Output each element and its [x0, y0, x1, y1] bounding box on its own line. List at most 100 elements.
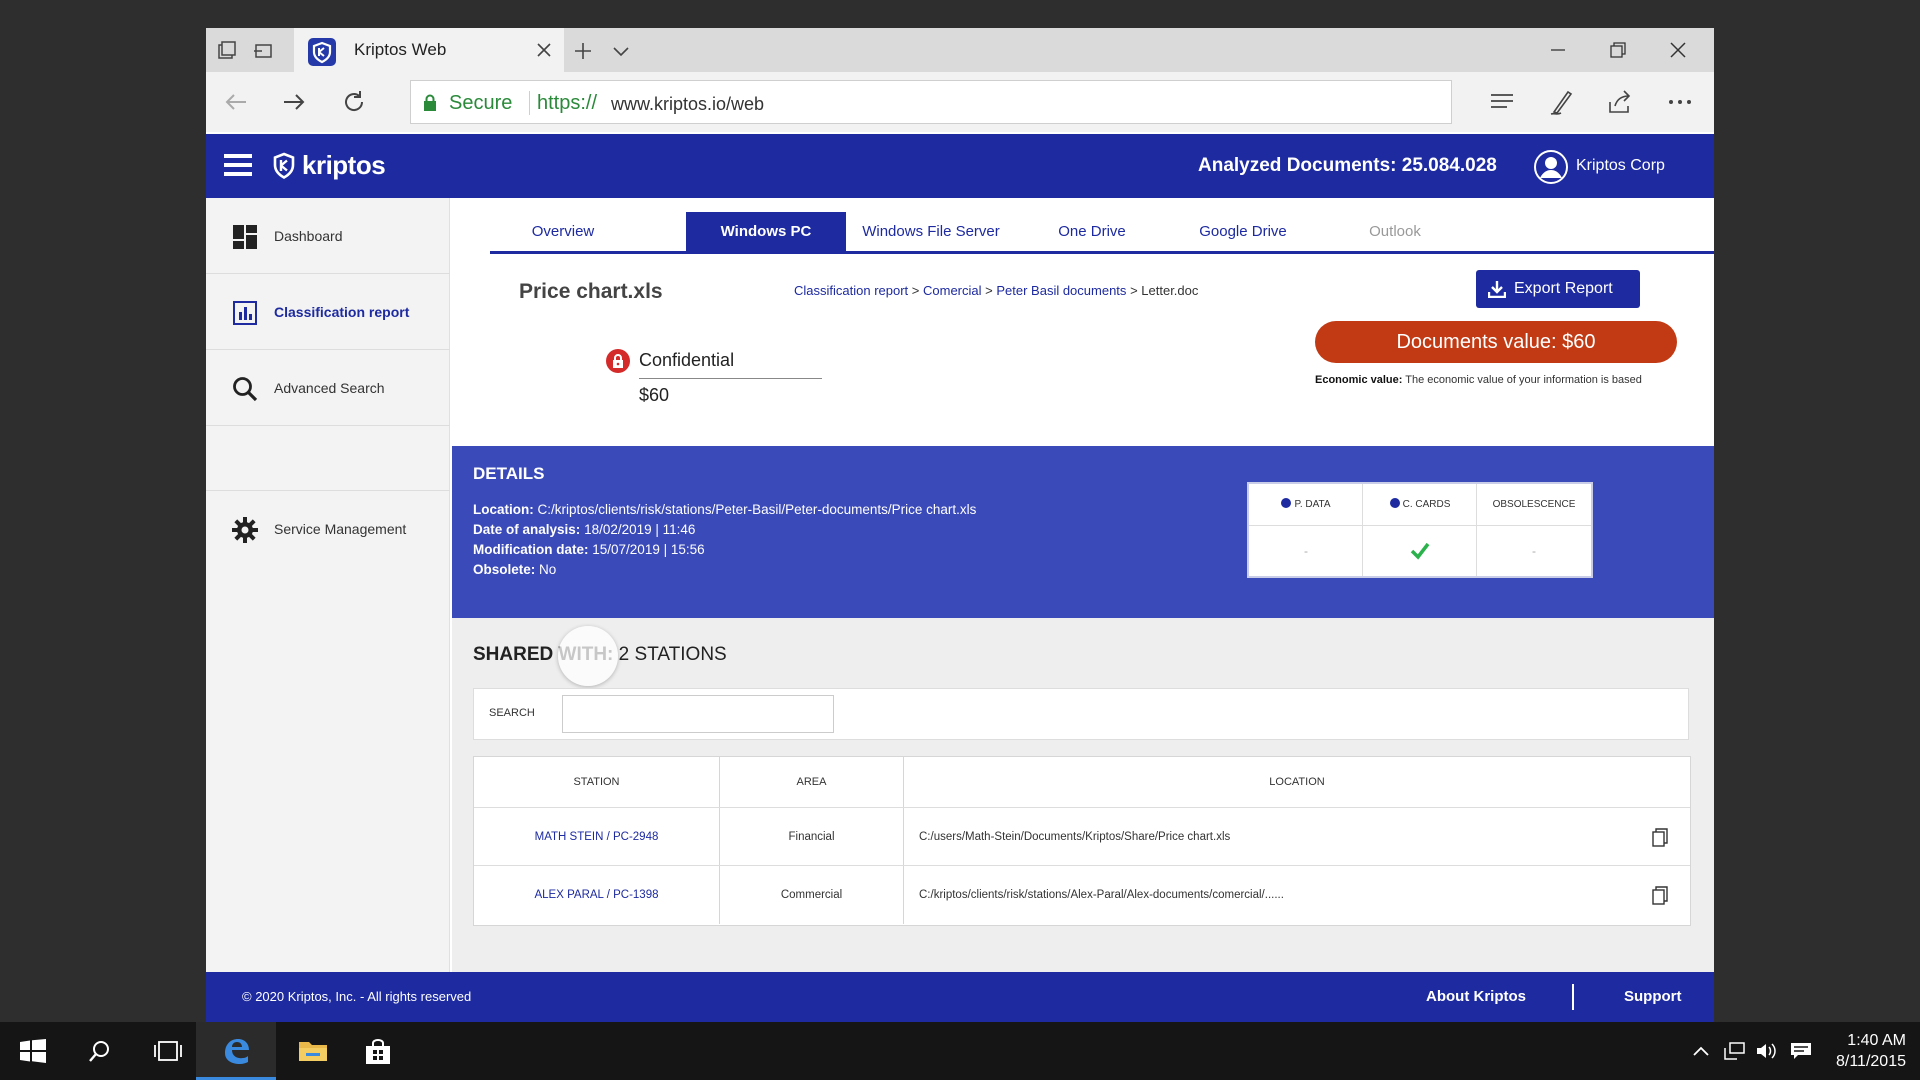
web-note-pen-icon[interactable] — [1548, 88, 1576, 116]
breadcrumb-separator: > — [985, 283, 993, 298]
browser-tab-active[interactable]: Kriptos Web — [294, 28, 564, 72]
table-row: ALEX PARAL / PC-1398 Commercial C:/kript… — [474, 865, 1690, 924]
column-header-area[interactable]: AREA — [720, 757, 904, 807]
analyzed-documents-count: Analyzed Documents: 25.084.028 — [1198, 155, 1497, 176]
start-button[interactable] — [0, 1022, 66, 1080]
hamburger-menu-icon[interactable] — [224, 154, 252, 176]
tab-one-drive[interactable]: One Drive — [1030, 212, 1154, 251]
column-header-station[interactable]: STATION — [474, 757, 720, 807]
copy-icon[interactable] — [1652, 886, 1668, 905]
main-content: Overview Windows PC Windows File Server … — [451, 198, 1714, 972]
footer-divider — [1572, 984, 1574, 1010]
details-title: DETAILS — [473, 464, 545, 483]
economic-value-text: The economic value of your information i… — [1405, 374, 1642, 386]
file-name-title: Price chart.xls — [519, 280, 663, 303]
clock-date: 8/11/2015 — [1836, 1053, 1906, 1070]
taskbar-file-explorer-button[interactable] — [278, 1022, 344, 1080]
tag-credit-cards: C. CARDS — [1363, 484, 1477, 576]
search-label: SEARCH — [489, 707, 535, 719]
tab-google-drive[interactable]: Google Drive — [1168, 212, 1318, 251]
details-location: Location: C:/kriptos/clients/risk/statio… — [473, 502, 976, 517]
url-input[interactable]: Secure https:// www.kriptos.io/web — [410, 80, 1452, 124]
support-link[interactable]: Support — [1624, 988, 1682, 1005]
tray-expand-chevron-icon[interactable] — [1690, 1042, 1712, 1060]
tab-windows-file-server[interactable]: Windows File Server — [846, 212, 1016, 251]
set-aside-tabs-icon[interactable] — [252, 40, 274, 62]
export-report-label: Export Report — [1514, 280, 1613, 297]
details-obsolete: Obsolete: No — [473, 562, 556, 577]
windows-taskbar: 1:40 AM 8/11/2015 — [0, 1022, 1920, 1080]
export-report-button[interactable]: Export Report — [1476, 270, 1640, 308]
confidential-lock-icon — [605, 348, 631, 374]
volume-icon[interactable] — [1756, 1042, 1778, 1060]
task-view-button[interactable] — [134, 1022, 200, 1080]
sidebar-item-dashboard[interactable]: Dashboard — [206, 198, 450, 274]
more-options-icon[interactable] — [1666, 88, 1694, 116]
taskbar-search-button[interactable] — [68, 1022, 134, 1080]
edge-browser-icon — [225, 1039, 249, 1064]
windows-logo-icon — [20, 1039, 46, 1063]
details-analysis-label: Date of analysis: — [473, 522, 581, 537]
area-cell: Commercial — [720, 866, 904, 924]
secure-lock-icon — [423, 94, 437, 111]
breadcrumb-link[interactable]: Classification report — [794, 283, 908, 298]
tab-outlook[interactable]: Outlook — [1330, 212, 1460, 251]
folder-icon — [299, 1042, 327, 1061]
station-link[interactable]: ALEX PARAL / PC-1398 — [474, 866, 720, 924]
close-window-icon[interactable] — [1668, 40, 1688, 60]
details-analysis-value: 18/02/2019 | 11:46 — [584, 522, 696, 537]
address-bar-row: Secure https:// www.kriptos.io/web — [206, 72, 1714, 132]
taskbar-store-button[interactable] — [344, 1022, 410, 1080]
details-location-label: Location: — [473, 502, 534, 517]
checkmark-icon — [1410, 542, 1430, 560]
risk-tags-table: P. DATA - C. CARDS OBSOLESCENCE - — [1247, 482, 1593, 578]
details-analysis-date: Date of analysis: 18/02/2019 | 11:46 — [473, 522, 695, 537]
location-cell: C:/users/Math-Stein/Documents/Kriptos/Sh… — [919, 831, 1231, 843]
kriptos-favicon-icon — [308, 38, 336, 66]
sidebar-item-advanced-search[interactable]: Advanced Search — [206, 350, 450, 426]
about-kriptos-link[interactable]: About Kriptos — [1426, 988, 1526, 1005]
browser-window: Kriptos Web Secure https:// www.kriptos.… — [206, 28, 1714, 1022]
system-clock[interactable]: 1:40 AM 8/11/2015 — [1814, 1030, 1906, 1072]
share-icon[interactable] — [1606, 88, 1634, 116]
details-obsolete-label: Obsolete: — [473, 562, 536, 577]
taskbar-edge-button[interactable] — [196, 1022, 276, 1080]
url-divider — [529, 91, 530, 115]
url-protocol: https:// — [537, 92, 598, 114]
station-link[interactable]: MATH STEIN / PC-2948 — [474, 808, 720, 866]
new-tab-icon[interactable] — [572, 40, 594, 62]
kriptos-shield-icon — [272, 152, 296, 180]
details-modification-label: Modification date: — [473, 542, 589, 557]
minimize-icon[interactable] — [1548, 40, 1568, 60]
tag-label: C. CARDS — [1402, 499, 1451, 510]
brand-name: kriptos — [302, 150, 386, 180]
breadcrumb-link[interactable]: Peter Basil documents — [996, 283, 1126, 298]
restore-icon[interactable] — [1608, 40, 1628, 60]
network-icon[interactable] — [1724, 1042, 1746, 1060]
tag-indicator-icon — [1281, 498, 1292, 508]
breadcrumb-link[interactable]: Comercial — [923, 283, 982, 298]
secure-label: Secure — [449, 92, 513, 114]
tag-label: P. DATA — [1294, 499, 1331, 510]
copy-icon[interactable] — [1652, 828, 1668, 847]
tab-overview[interactable]: Overview — [490, 212, 636, 251]
sidebar-item-classification-report[interactable]: Classification report — [206, 274, 450, 350]
forward-arrow-icon[interactable] — [280, 88, 308, 116]
sidebar: Dashboard Classification report Advanced… — [206, 198, 450, 972]
gear-icon — [232, 517, 258, 543]
tab-windows-pc[interactable]: Windows PC — [686, 212, 846, 251]
details-location-value: C:/kriptos/clients/risk/stations/Peter-B… — [537, 502, 977, 517]
sidebar-item-label: Classification report — [274, 304, 410, 320]
back-arrow-icon[interactable] — [222, 88, 250, 116]
action-center-icon[interactable] — [1790, 1042, 1812, 1060]
station-search-input[interactable] — [562, 695, 834, 733]
sidebar-item-service-management[interactable]: Service Management — [206, 490, 450, 566]
column-header-location[interactable]: LOCATION — [904, 757, 1690, 807]
close-tab-icon[interactable] — [534, 40, 554, 60]
browser-tab-title: Kriptos Web — [354, 40, 447, 59]
user-name: Kriptos Corp — [1576, 157, 1665, 174]
tab-manager-icon[interactable] — [216, 40, 238, 62]
tab-preview-chevron-icon[interactable] — [610, 40, 632, 62]
hub-icon[interactable] — [1488, 88, 1516, 116]
refresh-icon[interactable] — [340, 88, 368, 116]
